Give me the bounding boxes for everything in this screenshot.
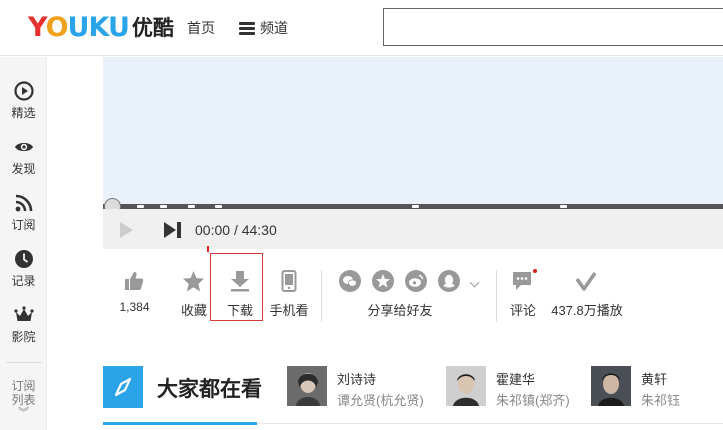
sidebar-item-history[interactable]: 记录: [0, 249, 47, 289]
share-label: 分享给好友: [367, 303, 433, 318]
top-header: YOUKU 优酷 首页 频道: [0, 0, 723, 56]
actor-name[interactable]: 刘诗诗: [337, 369, 376, 388]
logo-letter: U: [107, 11, 130, 43]
clock-icon: [14, 250, 33, 268]
next-episode-icon[interactable]: [164, 222, 182, 238]
share-to-friends-button[interactable]: 分享给好友: [355, 300, 445, 319]
actor-role: 朱祁镇(郑齐): [496, 393, 570, 408]
subscription-list-toggle[interactable]: 订阅 列表 ︾: [0, 379, 47, 419]
mobile-phone-icon: [281, 270, 297, 292]
sidebar-item-label: 发现: [11, 162, 36, 176]
rss-icon: [15, 194, 32, 212]
chapter-marker: [412, 205, 419, 208]
play-circle-icon: [13, 81, 34, 101]
left-sidebar: 精选 发现 订阅 记录 影院 订阅 列表 ︾: [0, 57, 47, 430]
chapter-marker: [137, 205, 144, 208]
play-count: 437.8万播放: [546, 270, 628, 320]
chapter-marker: [188, 205, 195, 208]
video-player[interactable]: [103, 57, 723, 206]
collect-label: 收藏: [180, 303, 207, 318]
star-icon: [182, 270, 205, 292]
logo-letter: K: [88, 11, 108, 43]
comment-button[interactable]: 评论: [506, 270, 540, 320]
action-divider: [321, 270, 322, 322]
menu-icon: [239, 21, 255, 35]
play-count-label: 437.8万播放: [551, 303, 623, 318]
youku-logo[interactable]: YOUKU 优酷: [28, 10, 174, 44]
sidebar-item-label: 精选: [11, 106, 36, 120]
wechat-icon[interactable]: [339, 270, 361, 292]
chapter-marker: [215, 205, 222, 208]
download-button[interactable]: 下载: [224, 270, 256, 320]
download-icon: [231, 271, 249, 292]
notification-dot: [533, 269, 537, 273]
section-divider: [257, 423, 723, 424]
share-more-chevron-icon[interactable]: [469, 277, 480, 288]
sidebar-item-featured[interactable]: 精选: [0, 81, 47, 121]
logo-chinese: 优酷: [131, 16, 174, 40]
like-count: 1,384: [119, 300, 150, 314]
search-input[interactable]: [383, 8, 723, 46]
crown-icon: [13, 306, 34, 321]
thumbs-up-icon: [125, 272, 144, 290]
weibo-icon[interactable]: [405, 270, 427, 292]
comment-icon: [513, 272, 531, 290]
nav-home-link[interactable]: 首页: [187, 18, 215, 38]
qzone-icon[interactable]: [372, 270, 394, 292]
actor-name[interactable]: 霍建华: [496, 369, 535, 388]
sidebar-item-cinema[interactable]: 影院: [0, 305, 47, 345]
comment-label: 评论: [509, 303, 536, 318]
actor-avatar[interactable]: [446, 366, 486, 406]
nav-channel-link[interactable]: 频道: [239, 18, 288, 38]
sidebar-divider: [6, 362, 42, 363]
actor-name[interactable]: 黄轩: [641, 369, 667, 388]
actor-avatar[interactable]: [591, 366, 631, 406]
chapter-marker: [160, 205, 167, 208]
chapter-marker: [560, 205, 567, 208]
action-divider: [496, 270, 497, 322]
like-button[interactable]: 1,384: [112, 270, 157, 320]
watch-on-mobile-button[interactable]: 手机看: [266, 270, 312, 320]
actor-role: 谭允贤(杭允贤): [337, 393, 424, 408]
sidebar-item-label: 影院: [11, 330, 36, 344]
sidebar-item-subscribe[interactable]: 订阅: [0, 193, 47, 233]
download-label: 下载: [226, 303, 253, 318]
logo-letter: Y: [28, 11, 47, 43]
section-active-underline: [103, 422, 257, 425]
collect-button[interactable]: 收藏: [178, 270, 210, 320]
section-icon-tile: [103, 366, 143, 408]
qq-icon[interactable]: [438, 270, 460, 292]
actor-avatar[interactable]: [287, 366, 327, 406]
time-display: 00:00 / 44:30: [195, 222, 277, 238]
sidebar-item-label: 订阅: [11, 218, 36, 232]
play-icon[interactable]: [120, 222, 133, 238]
nav-channel-label: 频道: [260, 20, 288, 36]
logo-wordmark: YOUKU: [28, 11, 130, 43]
sidebar-item-discover[interactable]: 发现: [0, 137, 47, 177]
eye-icon: [14, 142, 33, 152]
compass-icon: [114, 377, 132, 397]
chevron-double-down-icon: ︾: [18, 407, 29, 419]
sidebar-item-label: 记录: [11, 274, 36, 288]
logo-letter: U: [67, 11, 90, 43]
checkmark-icon: [575, 271, 597, 291]
mobile-label: 手机看: [269, 303, 309, 318]
actor-role: 朱祁钰: [641, 393, 681, 408]
section-title: 大家都在看: [157, 378, 262, 401]
position-marker: [207, 246, 209, 252]
logo-letter: O: [45, 11, 69, 43]
